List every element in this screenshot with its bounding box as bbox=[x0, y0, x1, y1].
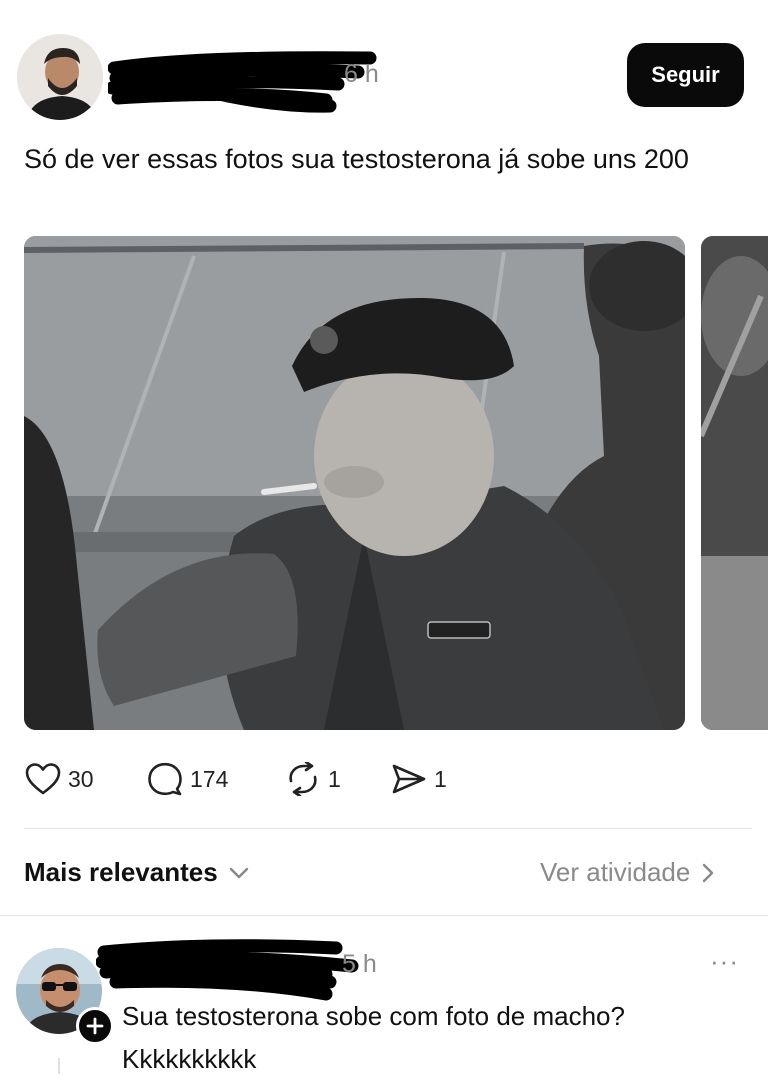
view-activity-label: Ver atividade bbox=[540, 857, 691, 887]
officer-photo-image bbox=[24, 236, 685, 730]
sort-label: Mais relevantes bbox=[24, 857, 218, 887]
section-divider bbox=[0, 915, 768, 916]
follow-button[interactable]: Seguir bbox=[627, 43, 744, 107]
reply-time: 5 h bbox=[342, 950, 377, 978]
author-avatar[interactable] bbox=[17, 34, 103, 120]
more-options-button[interactable]: ··· bbox=[710, 946, 739, 977]
repost-icon bbox=[289, 762, 317, 796]
send-icon bbox=[392, 764, 426, 794]
share-count: 1 bbox=[434, 765, 447, 792]
repost-action[interactable]: 1 bbox=[284, 762, 341, 796]
post-photo[interactable] bbox=[24, 236, 685, 730]
heart-icon bbox=[25, 763, 61, 795]
like-action[interactable]: 30 bbox=[24, 762, 94, 796]
second-photo-image bbox=[701, 236, 768, 730]
thread-line bbox=[58, 1058, 60, 1074]
post-photo-next[interactable] bbox=[701, 236, 768, 730]
view-activity-link[interactable]: Ver atividade bbox=[540, 857, 714, 888]
sort-dropdown[interactable]: Mais relevantes bbox=[24, 857, 250, 888]
chevron-right-icon bbox=[703, 863, 714, 882]
post-time: 6 h bbox=[344, 60, 379, 88]
redacted-username bbox=[108, 51, 377, 113]
comment-bubble-icon bbox=[148, 762, 182, 796]
reply-text: Sua testosterona sobe com foto de macho?… bbox=[122, 1001, 625, 1074]
repost-count: 1 bbox=[328, 765, 341, 792]
chevron-down-icon bbox=[229, 867, 248, 878]
author-avatar-image bbox=[17, 34, 103, 120]
follow-plus-badge[interactable] bbox=[76, 1007, 114, 1045]
comment-count: 174 bbox=[190, 765, 229, 792]
like-count: 30 bbox=[68, 765, 94, 792]
divider bbox=[24, 828, 752, 829]
post-text: Só de ver essas fotos sua testosterona j… bbox=[24, 144, 689, 174]
comment-action[interactable]: 174 bbox=[146, 762, 228, 796]
share-action[interactable]: 1 bbox=[390, 762, 447, 796]
plus-icon bbox=[86, 1017, 104, 1035]
